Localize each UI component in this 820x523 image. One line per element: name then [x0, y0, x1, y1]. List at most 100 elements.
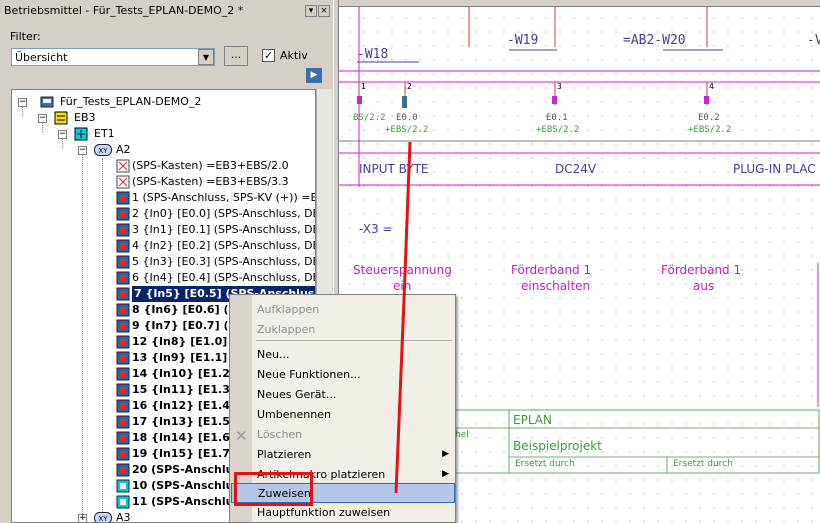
plug-in-label: PLUG-IN PLAC: [733, 162, 816, 176]
menu-item-neu[interactable]: Neu...: [231, 345, 455, 365]
tree-node-label: Für_Tests_EPLAN-DEMO_2: [60, 95, 202, 108]
desc2-line2: einschalten: [521, 279, 591, 293]
desc2-line1: Förderband 1: [511, 263, 592, 277]
tree-item-label: 15 {In11} [E1.3]: [132, 383, 235, 396]
collapse-icon[interactable]: −: [78, 146, 87, 155]
tree-item-label: 16 {In12} [E1.4]: [132, 399, 235, 412]
menu-item-aufklappen[interactable]: Aufklappen: [231, 300, 455, 320]
titleblock-eplan: EPLAN: [513, 413, 552, 427]
input-byte-label: INPUT BYTE: [359, 162, 429, 176]
tree-item[interactable]: 1 (SPS-Anschluss, SPS-KV (+)) =EB3: [12, 190, 315, 206]
tree-item-label: 2 {In0} [E0.0] (SPS-Anschluss, DE): [132, 207, 316, 220]
submenu-arrow-icon: ▶: [442, 469, 449, 479]
titleblock-hel: hel: [455, 430, 469, 440]
desc1-line1: Steuerspannung: [353, 263, 452, 277]
menu-item-neue-funktionen[interactable]: Neue Funktionen...: [231, 365, 455, 385]
desc1-line2: ein: [393, 279, 412, 293]
address-e02: E0.2: [698, 113, 720, 123]
address-e00: E0.0: [396, 113, 418, 123]
dc24v-label: DC24V: [555, 162, 597, 176]
tree-item[interactable]: 3 {In1} [E0.1] (SPS-Anschluss, DE): [12, 222, 315, 238]
project-icon: [40, 96, 54, 108]
plc-box-icon: [116, 175, 130, 189]
tree-node-eb3[interactable]: − EB3: [12, 110, 312, 126]
collapse-icon[interactable]: −: [38, 114, 47, 123]
terminal-1-ref: BS/2.2: [353, 113, 386, 123]
terminal-2-label: 2: [407, 82, 412, 91]
plc-connection-icon: [116, 351, 130, 365]
menu-item-löschen[interactable]: ✕ Löschen: [231, 425, 455, 445]
menu-item-label: Neu...: [257, 348, 290, 361]
menu-item-hauptfunktion-zuweisen[interactable]: Hauptfunktion zuweisen: [231, 503, 455, 523]
menu-item-neues-gerät[interactable]: Neues Gerät...: [231, 385, 455, 405]
titleblock-ersetzt-durch-2: Ersetzt durch: [673, 459, 733, 469]
expand-icon[interactable]: +: [78, 514, 87, 522]
filter-select[interactable]: Übersicht ▼: [11, 48, 215, 66]
menu-item-label: Platzieren: [257, 448, 312, 461]
plc-connection-icon: [116, 335, 130, 349]
tree-item[interactable]: 6 {In4} [E0.4] (SPS-Anschluss, DE): [12, 270, 315, 286]
plc-connection-icon: [116, 383, 130, 397]
collapse-icon[interactable]: −: [18, 98, 27, 107]
tree-item-label: 4 {In2} [E0.2] (SPS-Anschluss, DE): [132, 239, 316, 252]
plc-connection-icon: [116, 415, 130, 429]
tree-item[interactable]: (SPS-Kasten) =EB3+EBS/2.0: [12, 158, 312, 174]
installation-icon: [54, 111, 68, 125]
titleblock-ersetzt-durch-1: Ersetzt durch: [515, 459, 575, 469]
menu-item-label: Löschen: [257, 428, 303, 441]
tree-item[interactable]: 4 {In2} [E0.2] (SPS-Anschluss, DE): [12, 238, 315, 254]
menu-item-zuklappen[interactable]: Zuklappen: [231, 320, 455, 340]
plc-connection-icon: [116, 255, 130, 269]
filter-edit-button[interactable]: ...: [224, 46, 248, 66]
tree-item-label: 1 (SPS-Anschluss, SPS-KV (+)) =EB3: [132, 191, 316, 204]
collapse-icon[interactable]: −: [58, 130, 67, 139]
tree-item-label: 19 {In15} [E1.7]: [132, 447, 235, 460]
plc-connection-icon: [116, 207, 130, 221]
desc3-line2: aus: [693, 279, 715, 293]
tree-item[interactable]: 5 {In3} [E0.3] (SPS-Anschluss, DE): [12, 254, 315, 270]
x3-label: -X3 =: [359, 222, 393, 236]
menu-item-platzieren[interactable]: Platzieren ▶: [231, 445, 455, 465]
submenu-arrow-icon: ▶: [442, 449, 449, 459]
menu-item-umbenennen[interactable]: Umbenennen: [231, 405, 455, 425]
chevron-down-icon[interactable]: ▼: [198, 49, 214, 65]
tree-node-a2[interactable]: − XY A2: [12, 142, 312, 158]
menu-separator: [256, 340, 452, 341]
pin-icon[interactable]: ▾: [305, 5, 317, 17]
tree-item-label: (SPS-Kasten) =EB3+EBS/2.0: [132, 159, 289, 172]
close-icon[interactable]: ×: [318, 5, 330, 17]
tree-item[interactable]: 2 {In0} [E0.0] (SPS-Anschluss, DE): [12, 206, 315, 222]
tree-item-label: 3 {In1} [E0.1] (SPS-Anschluss, DE): [132, 223, 316, 236]
plc-connection-icon: [116, 271, 130, 285]
aktiv-checkbox[interactable]: ✓: [262, 49, 275, 62]
tree-item-label: 12 {In8} [E1.0] (: [132, 335, 237, 348]
plc-connection-icon: [116, 303, 130, 317]
address-e01: E0.1: [546, 113, 568, 123]
svg-text:XY: XY: [98, 147, 108, 155]
ref-e00: +EBS/2.2: [385, 125, 429, 135]
tree-node-label: A2: [116, 143, 131, 156]
cable-ab2-w20-label: =AB2-W20: [623, 33, 686, 48]
tree-item[interactable]: (SPS-Kasten) =EB3+EBS/3.3: [12, 174, 312, 190]
menu-item-label: Hauptfunktion zuweisen: [257, 506, 391, 519]
expand-panel-button[interactable]: ▶: [306, 68, 322, 83]
annotation-highlight-box: [234, 472, 313, 506]
plc-connection-icon: [116, 399, 130, 413]
aktiv-label: Aktiv: [280, 49, 308, 62]
device-xy-icon: XY: [94, 144, 112, 156]
titleblock-beispielprojekt: Beispielprojekt: [513, 439, 602, 453]
terminal-1-label: 1: [361, 82, 366, 91]
tree-item-label: 10 (SPS-Anschlu: [132, 479, 234, 492]
menu-item-label: Umbenennen: [257, 408, 331, 421]
location-icon: [74, 127, 88, 141]
tree-node-project[interactable]: − Für_Tests_EPLAN-DEMO_2: [12, 94, 312, 110]
ref-e01: +EBS/2.2: [536, 125, 580, 135]
tree-item-label: 11 (SPS-Anschlu: [132, 495, 234, 508]
plc-connection-icon: [116, 319, 130, 333]
svg-text:XY: XY: [98, 515, 108, 523]
cable-w18-label: -W18: [357, 47, 389, 62]
tree-item-label: 17 {In13} [E1.5]: [132, 415, 235, 428]
delete-icon: ✕: [235, 427, 248, 445]
tree-node-et1[interactable]: − ET1: [12, 126, 312, 142]
plc-connection-icon: [116, 367, 130, 381]
